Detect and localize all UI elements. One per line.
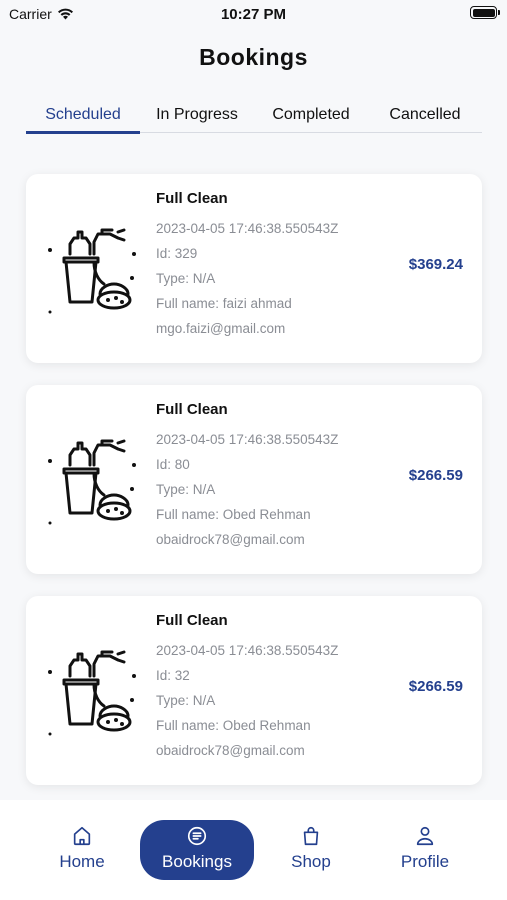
tab-in-progress[interactable]: In Progress bbox=[140, 100, 254, 132]
booking-details: Full Clean 2023-04-05 17:46:38.550543Z I… bbox=[156, 190, 338, 341]
profile-icon bbox=[368, 825, 482, 849]
booking-full-name: Full name: Obed Rehman bbox=[156, 507, 311, 522]
booking-price: $369.24 bbox=[408, 256, 463, 273]
nav-home-label: Home bbox=[59, 852, 105, 871]
booking-id: Id: 80 bbox=[156, 457, 190, 472]
bottom-nav: Home Bookings Shop Profile bbox=[0, 800, 507, 900]
booking-price: $266.59 bbox=[408, 678, 463, 695]
booking-type: Type: N/A bbox=[156, 482, 216, 497]
booking-type: Type: N/A bbox=[156, 271, 216, 286]
nav-shop[interactable]: Shop bbox=[254, 820, 368, 880]
tab-scheduled[interactable]: Scheduled bbox=[26, 100, 140, 134]
tab-cancelled[interactable]: Cancelled bbox=[368, 100, 482, 132]
booking-datetime: 2023-04-05 17:46:38.550543Z bbox=[156, 643, 339, 658]
cleaning-supplies-icon bbox=[48, 650, 136, 736]
booking-details: Full Clean 2023-04-05 17:46:38.550543Z I… bbox=[156, 401, 338, 552]
booking-card[interactable]: Full Clean 2023-04-05 17:46:38.550543Z I… bbox=[26, 174, 482, 363]
booking-card[interactable]: Full Clean 2023-04-05 17:46:38.550543Z I… bbox=[26, 596, 482, 785]
booking-details: Full Clean 2023-04-05 17:46:38.550543Z I… bbox=[156, 612, 338, 763]
home-icon bbox=[25, 825, 139, 849]
booking-type: Type: N/A bbox=[156, 693, 216, 708]
booking-status-tabs: Scheduled In Progress Completed Cancelle… bbox=[26, 100, 482, 134]
cleaning-supplies-icon bbox=[48, 228, 136, 314]
booking-price: $266.59 bbox=[408, 467, 463, 484]
booking-id: Id: 329 bbox=[156, 246, 198, 261]
nav-shop-label: Shop bbox=[291, 852, 331, 871]
booking-email: obaidrock78@gmail.com bbox=[156, 532, 305, 547]
nav-profile[interactable]: Profile bbox=[368, 820, 482, 880]
booking-id: Id: 32 bbox=[156, 668, 190, 683]
nav-profile-label: Profile bbox=[400, 852, 450, 871]
page-title: Bookings bbox=[199, 44, 308, 70]
battery-icon bbox=[470, 6, 500, 19]
cleaning-supplies-icon bbox=[48, 439, 136, 525]
booking-title: Full Clean bbox=[156, 190, 228, 207]
status-time: 10:27 PM bbox=[220, 6, 287, 23]
booking-full-name: Full name: Obed Rehman bbox=[156, 718, 311, 733]
nav-home[interactable]: Home bbox=[25, 820, 139, 880]
booking-datetime: 2023-04-05 17:46:38.550543Z bbox=[156, 432, 339, 447]
booking-email: mgo.faizi@gmail.com bbox=[156, 321, 286, 336]
bookings-icon bbox=[140, 825, 254, 849]
nav-bookings-label: Bookings bbox=[162, 852, 232, 871]
booking-full-name: Full name: faizi ahmad bbox=[156, 296, 292, 311]
status-bar: Carrier 10:27 PM bbox=[0, 0, 507, 30]
booking-email: obaidrock78@gmail.com bbox=[156, 743, 305, 758]
nav-bookings[interactable]: Bookings bbox=[140, 820, 254, 880]
tab-completed[interactable]: Completed bbox=[254, 100, 368, 132]
booking-title: Full Clean bbox=[156, 612, 228, 629]
booking-title: Full Clean bbox=[156, 401, 228, 418]
booking-datetime: 2023-04-05 17:46:38.550543Z bbox=[156, 221, 339, 236]
shopping-bag-icon bbox=[254, 825, 368, 849]
booking-card[interactable]: Full Clean 2023-04-05 17:46:38.550543Z I… bbox=[26, 385, 482, 574]
